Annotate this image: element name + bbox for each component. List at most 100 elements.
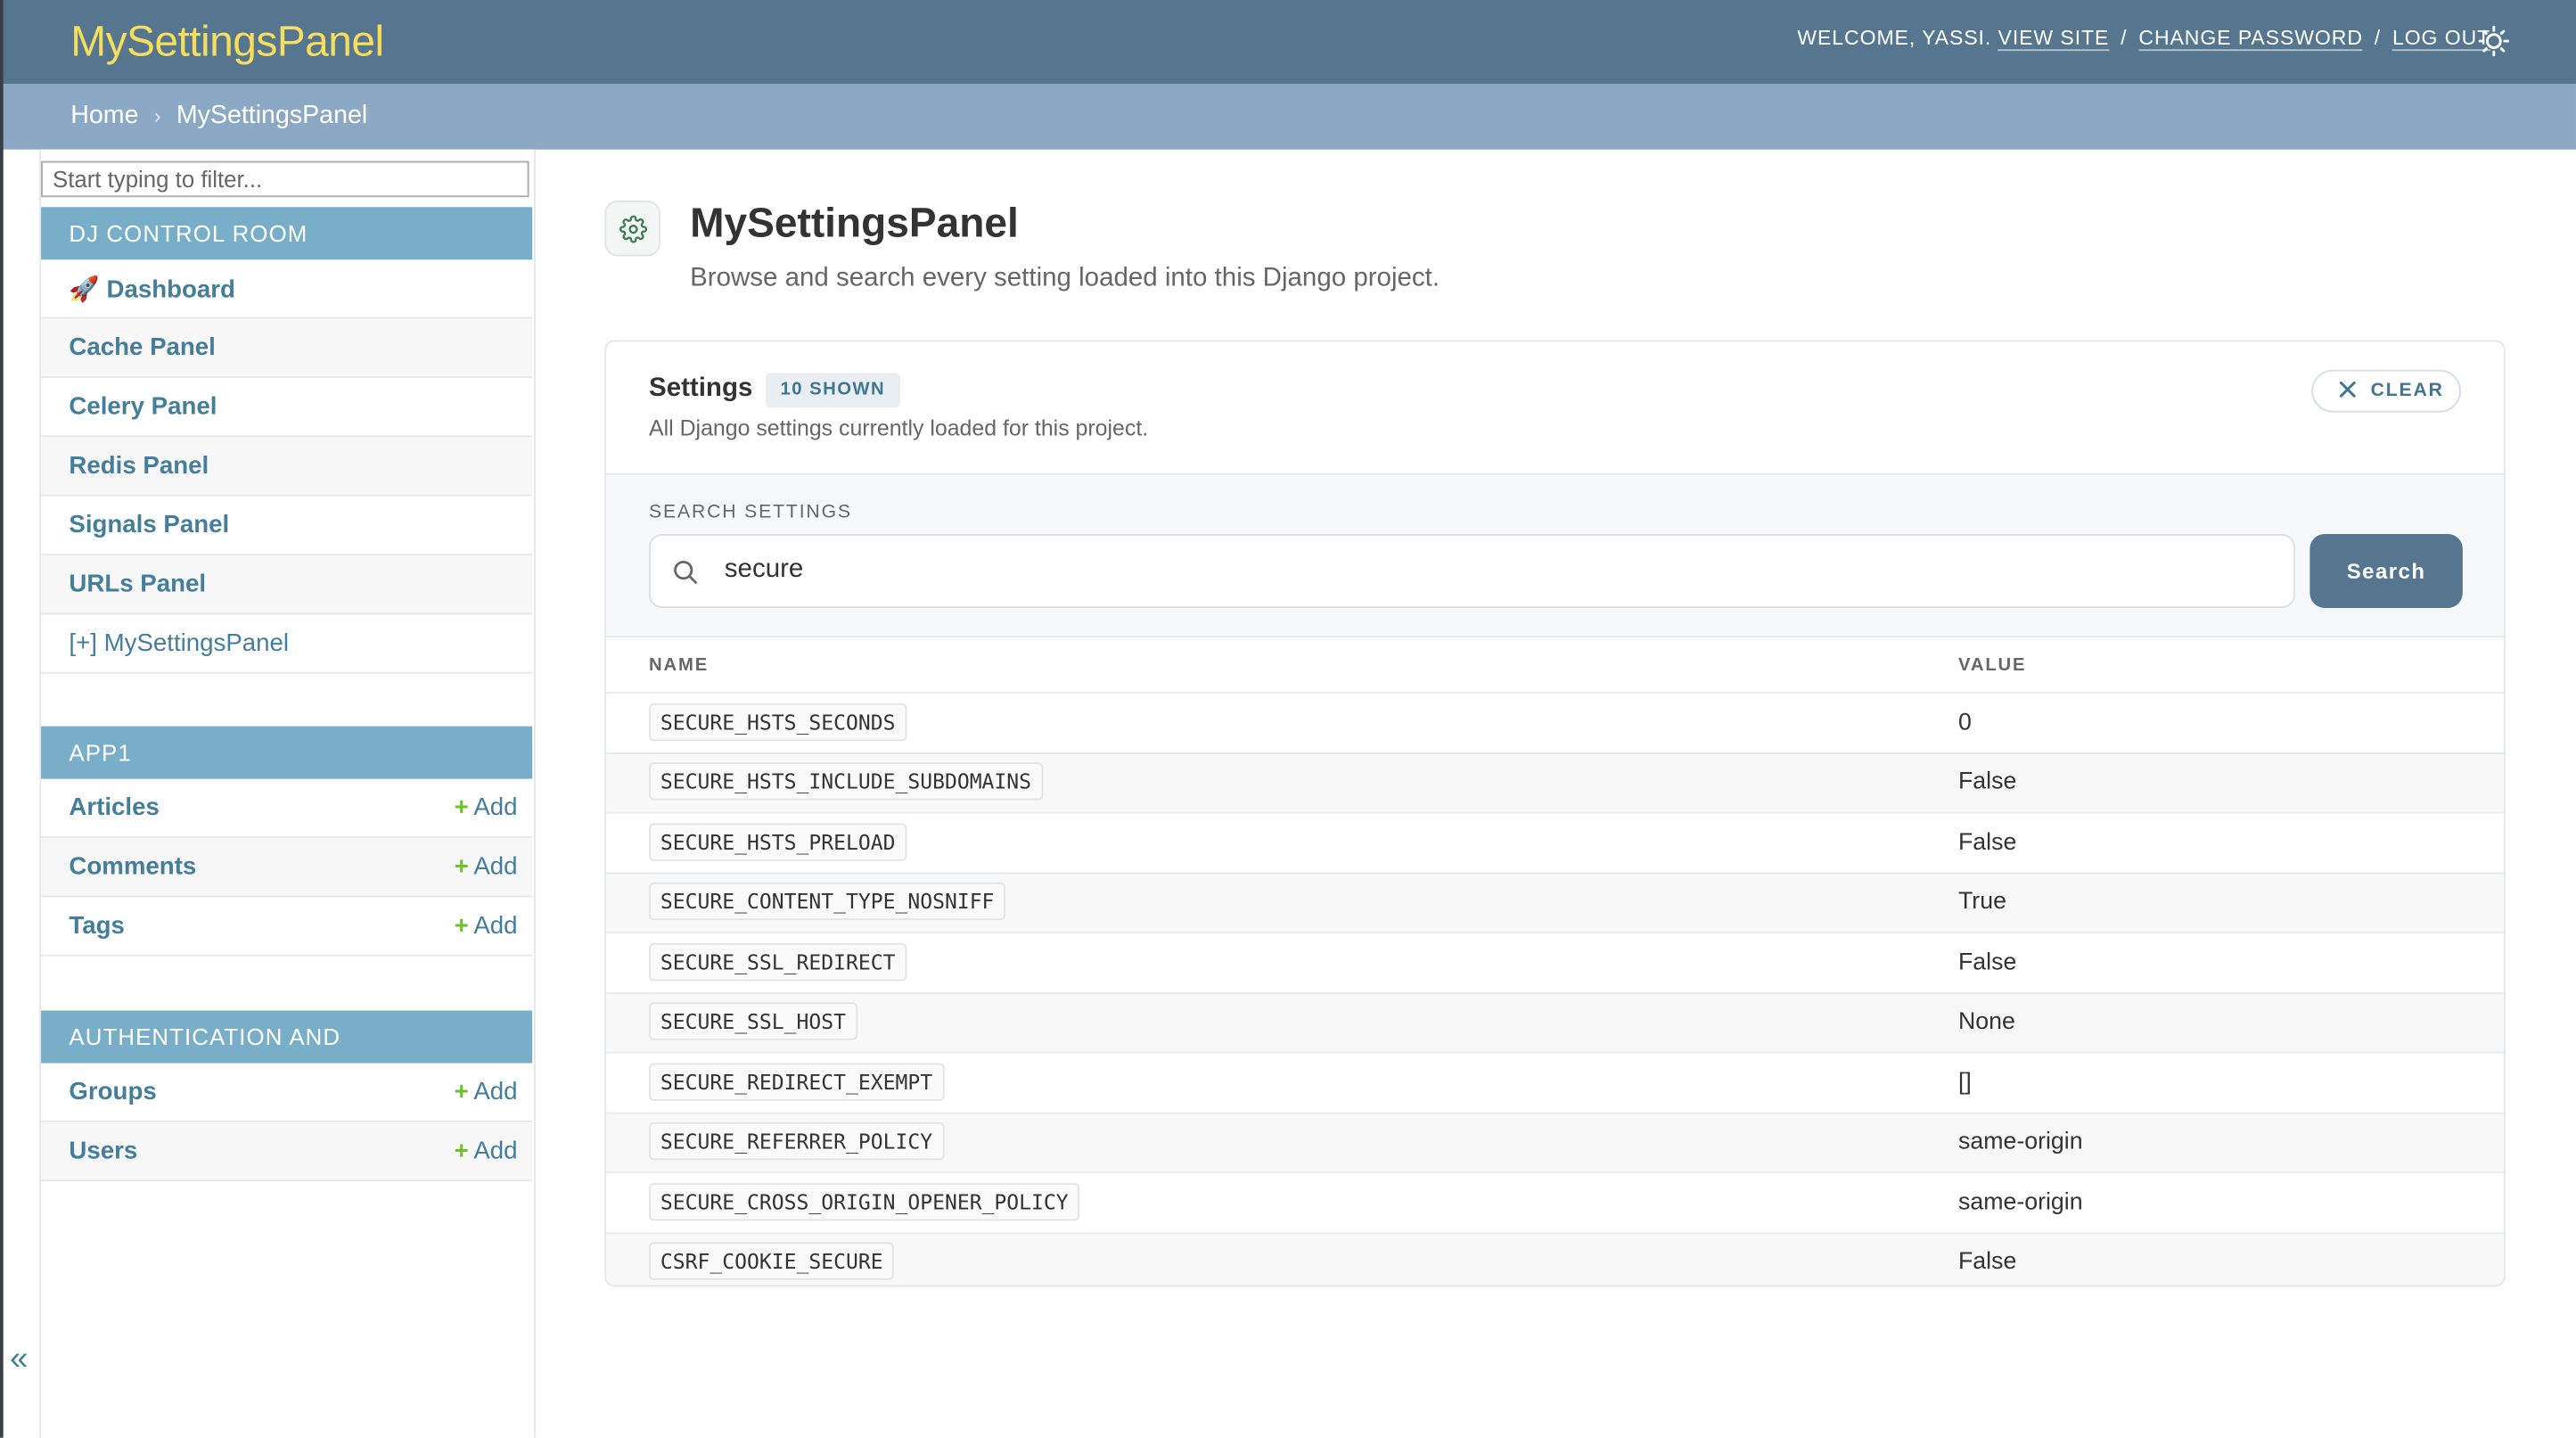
sun-icon <box>2477 25 2510 58</box>
sidebar-item-label[interactable]: Cache Panel <box>69 333 215 361</box>
setting-value: True <box>1957 872 2504 933</box>
module-header[interactable]: AUTHENTICATION AND AUTHORIZATION <box>41 1010 533 1103</box>
theme-toggle-button[interactable] <box>2477 25 2510 58</box>
search-section: SEARCH SETTINGS Search <box>606 472 2504 638</box>
setting-value: 0 <box>1957 692 2504 754</box>
window-edge <box>0 0 4 1438</box>
add-label: Add <box>473 793 518 822</box>
sidebar-item-urls-panel[interactable]: URLs Panel <box>41 555 533 615</box>
sidebar-item-cache-panel[interactable]: Cache Panel <box>41 318 533 378</box>
setting-value: False <box>1957 812 2504 874</box>
sidebar-item-articles: Articles + Add <box>41 779 533 838</box>
setting-name: SECURE_CONTENT_TYPE_NOSNIFF <box>649 883 1006 921</box>
setting-value: False <box>1957 752 2504 814</box>
sidebar-item-label[interactable]: Articles <box>69 793 159 821</box>
sidebar-item-label[interactable]: Celery Panel <box>69 393 217 421</box>
main-content: MySettingsPanel Browse and search every … <box>532 150 2576 1438</box>
plus-icon: + <box>454 1078 469 1106</box>
sidebar-item-redis-panel[interactable]: Redis Panel <box>41 437 533 497</box>
column-header-value[interactable]: VALUE <box>1957 637 2504 694</box>
add-label: Add <box>473 1078 518 1106</box>
sidebar-item-tags: Tags + Add <box>41 897 533 957</box>
sidebar-item-label[interactable]: 🚀 Dashboard <box>69 275 235 304</box>
module-auth: AUTHENTICATION AND AUTHORIZATION Groups … <box>41 1010 533 1182</box>
add-comments-link[interactable]: + Add <box>455 853 518 881</box>
module-header[interactable]: DJ CONTROL ROOM <box>41 207 533 260</box>
add-tags-link[interactable]: + Add <box>455 912 518 940</box>
settings-table: NAME VALUE SECURE_HSTS_SECONDS 0 SECURE_H… <box>606 637 2504 1286</box>
module-header[interactable]: APP1 <box>41 726 533 779</box>
header: MySettingsPanel WELCOME, YASSI. VIEW SIT… <box>0 0 2576 84</box>
setting-name: SECURE_CROSS_ORIGIN_OPENER_POLICY <box>649 1182 1080 1220</box>
card-title: Settings <box>649 374 753 403</box>
sidebar-item-users: Users + Add <box>41 1122 533 1182</box>
clear-label: CLEAR <box>2370 381 2444 401</box>
change-password-link[interactable]: CHANGE PASSWORD <box>2138 26 2363 52</box>
log-out-link[interactable]: LOG OUT <box>2391 26 2491 52</box>
chevron-right-icon: › <box>153 103 161 128</box>
breadcrumb-home-link[interactable]: Home <box>70 102 138 129</box>
table-header-row: NAME VALUE <box>606 637 2504 694</box>
add-label: Add <box>473 852 518 881</box>
sidebar-item-mysettingspanel[interactable]: [+] MySettingsPanel <box>41 614 533 674</box>
plus-icon: + <box>454 793 469 822</box>
setting-name: SECURE_HSTS_PRELOAD <box>649 822 907 861</box>
sidebar-item-label[interactable]: URLs Panel <box>69 571 206 598</box>
breadcrumb-current: MySettingsPanel <box>176 102 368 130</box>
clear-button[interactable]: CLEAR <box>2311 369 2461 413</box>
search-button[interactable]: Search <box>2309 534 2463 608</box>
view-site-link[interactable]: VIEW SITE <box>1998 26 2110 52</box>
add-groups-link[interactable]: + Add <box>455 1078 518 1105</box>
sidebar-item-label[interactable]: [+] MySettingsPanel <box>69 629 289 657</box>
table-row: SECURE_SSL_HOST None <box>606 992 2504 1054</box>
sidebar-item-label[interactable]: Signals Panel <box>69 511 229 538</box>
sidebar: DJ CONTROL ROOM 🚀 Dashboard Cache Panel … <box>39 149 536 1438</box>
setting-name: SECURE_REFERRER_POLICY <box>649 1122 945 1161</box>
setting-name: CSRF_COOKIE_SECURE <box>649 1242 895 1281</box>
plus-icon: + <box>454 911 469 941</box>
page-title: MySettingsPanel <box>690 200 1019 247</box>
column-header-name[interactable]: NAME <box>606 637 1958 694</box>
sidebar-item-label[interactable]: Tags <box>69 912 124 940</box>
setting-value: False <box>1957 932 2504 994</box>
sidebar-item-label[interactable]: Comments <box>69 853 196 881</box>
collapse-sidebar-button[interactable]: « <box>10 1341 29 1378</box>
add-label: Add <box>473 1137 518 1165</box>
table-row: SECURE_HSTS_PRELOAD False <box>606 812 2504 874</box>
table-row: SECURE_REFERRER_POLICY same-origin <box>606 1112 2504 1173</box>
gear-icon <box>604 200 660 257</box>
module-app1: APP1 Articles + Add Comments + Add Tags + A… <box>41 726 533 957</box>
table-row: SECURE_CONTENT_TYPE_NOSNIFF True <box>606 872 2504 933</box>
sidebar-item-label[interactable]: Users <box>69 1137 137 1164</box>
sidebar-item-label[interactable]: Groups <box>69 1078 156 1105</box>
sidebar-item-groups: Groups + Add <box>41 1063 533 1122</box>
table-row: SECURE_HSTS_INCLUDE_SUBDOMAINS False <box>606 752 2504 814</box>
search-field[interactable] <box>649 534 2295 608</box>
search-label: SEARCH SETTINGS <box>649 502 852 523</box>
setting-value: [] <box>1957 1052 2504 1113</box>
plus-icon: + <box>454 852 469 881</box>
setting-name: SECURE_HSTS_INCLUDE_SUBDOMAINS <box>649 762 1043 801</box>
sidebar-item-dashboard[interactable]: 🚀 Dashboard <box>41 259 533 319</box>
plus-icon: + <box>454 1137 469 1165</box>
add-users-link[interactable]: + Add <box>455 1137 518 1164</box>
module-dj-control-room: DJ CONTROL ROOM 🚀 Dashboard Cache Panel … <box>41 207 533 674</box>
search-input[interactable] <box>721 554 2273 587</box>
sidebar-item-label[interactable]: Redis Panel <box>69 452 209 480</box>
table-row: SECURE_HSTS_SECONDS 0 <box>606 692 2504 754</box>
close-icon <box>2338 380 2358 405</box>
sidebar-item-celery-panel[interactable]: Celery Panel <box>41 378 533 438</box>
table-row: CSRF_COOKIE_SECURE False <box>606 1232 2504 1286</box>
card-description: All Django settings currently loaded for… <box>649 415 1149 440</box>
breadcrumb: Home › MySettingsPanel <box>0 83 2576 150</box>
user-tools: WELCOME, YASSI. VIEW SITE / CHANGE PASSW… <box>1797 26 2491 52</box>
table-row: SECURE_REDIRECT_EXEMPT [] <box>606 1052 2504 1113</box>
settings-card: Settings 10 SHOWN All Django settings cu… <box>604 340 2506 1287</box>
setting-value: same-origin <box>1957 1172 2504 1234</box>
setting-value: False <box>1957 1232 2504 1286</box>
count-badge: 10 SHOWN <box>765 373 900 408</box>
site-brand[interactable]: MySettingsPanel <box>70 16 384 67</box>
sidebar-filter-input[interactable] <box>41 160 529 198</box>
sidebar-item-signals-panel[interactable]: Signals Panel <box>41 497 533 555</box>
add-articles-link[interactable]: + Add <box>455 793 518 821</box>
